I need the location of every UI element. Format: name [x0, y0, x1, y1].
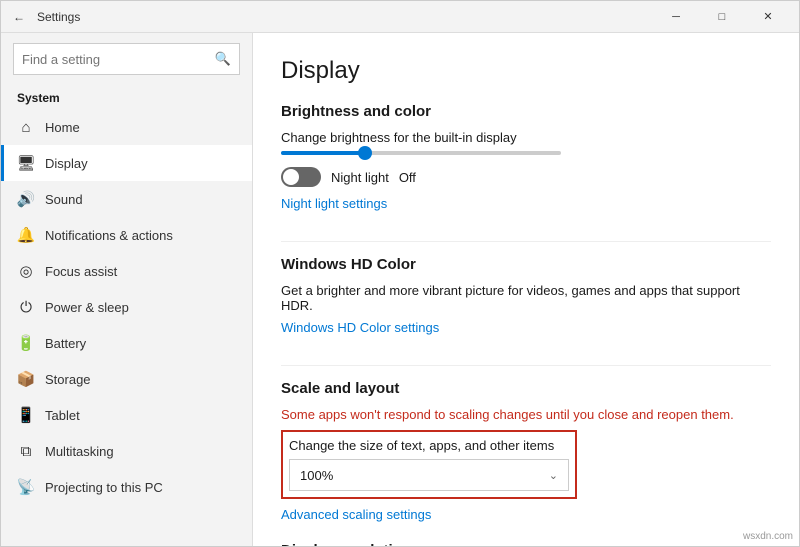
night-light-status: Off [399, 170, 416, 185]
battery-icon: 🔋 [17, 334, 35, 352]
sidebar-item-tablet[interactable]: 📱 Tablet [1, 397, 252, 433]
sidebar-item-label: Storage [45, 372, 91, 387]
night-light-row: Night light Off [281, 167, 771, 187]
sidebar-item-label: Sound [45, 192, 83, 207]
night-light-label: Night light [331, 170, 389, 185]
titlebar-title: Settings [37, 10, 80, 24]
dropdown-container: Change the size of text, apps, and other… [281, 430, 577, 499]
search-box[interactable]: 🔍 [13, 43, 240, 75]
sound-icon: 🔊 [17, 190, 35, 208]
home-icon: ⌂ [17, 118, 35, 136]
scale-dropdown-value: 100% [300, 468, 333, 483]
brightness-slider[interactable] [281, 151, 561, 155]
sidebar: 🔍 System ⌂ Home 🖥 Display 🔊 Sound 🔔 Noti… [1, 33, 253, 546]
sidebar-item-notifications[interactable]: 🔔 Notifications & actions [1, 217, 252, 253]
display-resolution-title: Display resolution [281, 542, 771, 546]
scale-dropdown[interactable]: 100% ⌄ [289, 459, 569, 491]
titlebar: ← Settings ─ □ ✕ [1, 1, 799, 33]
hd-color-title: Windows HD Color [281, 256, 771, 273]
sidebar-item-multitasking[interactable]: ⧉ Multitasking [1, 433, 252, 469]
system-label: System [1, 85, 252, 109]
dropdown-arrow-icon: ⌄ [549, 469, 558, 482]
main-content: Display Brightness and color Change brig… [253, 33, 799, 546]
titlebar-left: ← Settings [9, 7, 653, 27]
hd-color-section: Windows HD Color Get a brighter and more… [281, 256, 771, 345]
sidebar-item-storage[interactable]: 📦 Storage [1, 361, 252, 397]
toggle-knob [283, 169, 299, 185]
brightness-label: Change brightness for the built-in displ… [281, 130, 771, 145]
back-button[interactable]: ← [9, 7, 29, 27]
display-icon: 🖥 [17, 154, 35, 172]
divider-1 [281, 241, 771, 242]
minimize-button[interactable]: ─ [653, 1, 699, 33]
sidebar-item-home[interactable]: ⌂ Home [1, 109, 252, 145]
close-button[interactable]: ✕ [745, 1, 791, 33]
brightness-thumb[interactable] [358, 146, 372, 160]
sidebar-item-power[interactable]: ⏻ Power & sleep [1, 289, 252, 325]
sidebar-item-label: Notifications & actions [45, 228, 173, 243]
brightness-title: Brightness and color [281, 103, 771, 120]
sidebar-item-display[interactable]: 🖥 Display [1, 145, 252, 181]
focus-icon: ◎ [17, 262, 35, 280]
window-content: 🔍 System ⌂ Home 🖥 Display 🔊 Sound 🔔 Noti… [1, 33, 799, 546]
night-light-toggle[interactable] [281, 167, 321, 187]
sidebar-item-focus[interactable]: ◎ Focus assist [1, 253, 252, 289]
power-icon: ⏻ [17, 298, 35, 316]
sidebar-item-label: Multitasking [45, 444, 114, 459]
scale-warning: Some apps won't respond to scaling chang… [281, 407, 741, 422]
notifications-icon: 🔔 [17, 226, 35, 244]
projecting-icon: 📡 [17, 478, 35, 496]
sidebar-item-projecting[interactable]: 📡 Projecting to this PC [1, 469, 252, 505]
search-input[interactable] [22, 52, 215, 67]
sidebar-item-label: Projecting to this PC [45, 480, 163, 495]
settings-window: ← Settings ─ □ ✕ 🔍 System ⌂ [0, 0, 800, 547]
sidebar-item-sound[interactable]: 🔊 Sound [1, 181, 252, 217]
watermark: wsxdn.com [743, 531, 793, 542]
titlebar-controls: ─ □ ✕ [653, 1, 791, 33]
night-light-settings-link[interactable]: Night light settings [281, 196, 387, 211]
sidebar-item-label: Home [45, 120, 80, 135]
hd-color-settings-link[interactable]: Windows HD Color settings [281, 320, 439, 335]
sidebar-item-label: Focus assist [45, 264, 117, 279]
storage-icon: 📦 [17, 370, 35, 388]
multitasking-icon: ⧉ [17, 442, 35, 460]
scale-title: Scale and layout [281, 380, 771, 397]
brightness-section: Brightness and color Change brightness f… [281, 103, 771, 221]
dropdown-label: Change the size of text, apps, and other… [289, 438, 569, 453]
sidebar-item-label: Power & sleep [45, 300, 129, 315]
sidebar-item-battery[interactable]: 🔋 Battery [1, 325, 252, 361]
page-title: Display [281, 57, 771, 85]
tablet-icon: 📱 [17, 406, 35, 424]
maximize-button[interactable]: □ [699, 1, 745, 33]
search-icon: 🔍 [215, 51, 231, 67]
hd-color-description: Get a brighter and more vibrant picture … [281, 283, 741, 313]
sidebar-item-label: Tablet [45, 408, 80, 423]
sidebar-item-label: Display [45, 156, 88, 171]
sidebar-item-label: Battery [45, 336, 86, 351]
scale-section: Scale and layout Some apps won't respond… [281, 380, 771, 522]
advanced-scaling-link[interactable]: Advanced scaling settings [281, 507, 431, 522]
divider-2 [281, 365, 771, 366]
